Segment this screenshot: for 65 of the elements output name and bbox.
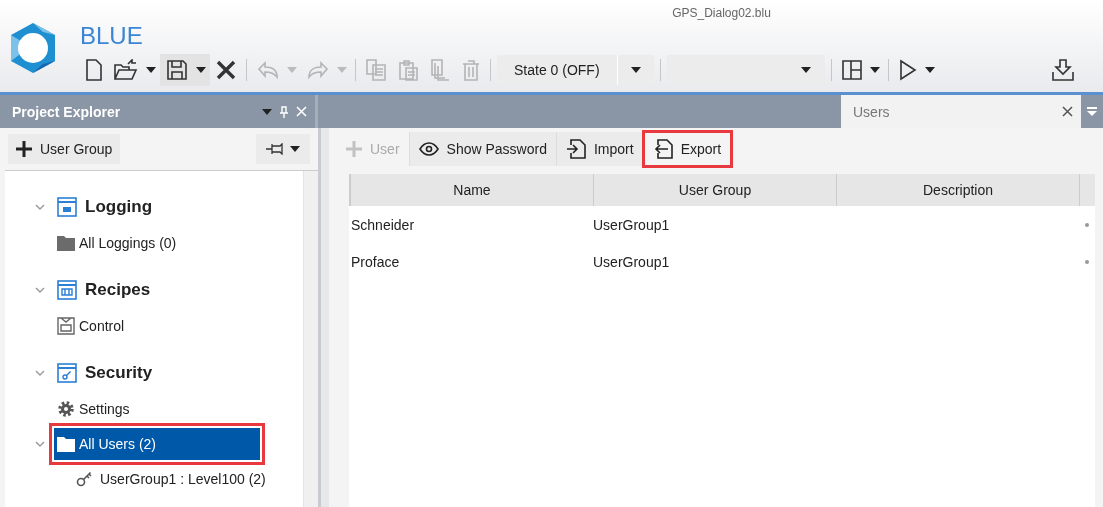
tab-menu-icon[interactable] — [1087, 106, 1097, 117]
table-cell-text: UserGroup1 — [592, 216, 671, 233]
caret-icon[interactable] — [630, 67, 641, 73]
chevron-icon[interactable] — [35, 369, 45, 376]
folder-icon — [57, 234, 75, 251]
chevron-icon[interactable] — [35, 440, 45, 447]
layout-icon[interactable] — [841, 60, 862, 80]
caret-icon[interactable] — [196, 67, 206, 73]
panel-menu-icon[interactable] — [262, 108, 272, 115]
eye-icon — [418, 142, 439, 156]
row-dot-icon — [1085, 222, 1089, 227]
dropdown-field[interactable]: State 0 (OFF) — [497, 55, 654, 85]
pin-dropdown-button[interactable] — [256, 134, 310, 164]
row-dot-icon — [1085, 259, 1089, 264]
close-icon[interactable] — [1062, 106, 1073, 117]
tree-item[interactable]: Recipes — [53, 276, 155, 303]
toolbar-button[interactable]: Export — [643, 132, 732, 166]
tree-item[interactable]: Security — [53, 359, 157, 386]
column-header[interactable]: Description — [837, 174, 1080, 206]
document-tab[interactable]: Users — [841, 95, 1081, 128]
plus-icon — [346, 141, 362, 157]
tree-item[interactable]: UserGroup1 : Level100 (2) — [72, 465, 270, 492]
toolbar-button[interactable]: Show Password — [409, 132, 557, 166]
pin-icon — [266, 143, 286, 155]
toolbar-button[interactable]: Import — [556, 132, 644, 166]
caret-icon[interactable] — [800, 67, 811, 73]
new-file-icon[interactable] — [86, 59, 102, 81]
folder-icon[interactable] — [114, 59, 138, 81]
pin-icon[interactable] — [280, 105, 288, 118]
download-icon[interactable] — [1052, 59, 1074, 81]
column-header[interactable]: User Group — [594, 174, 837, 206]
column-header[interactable]: Name — [351, 174, 594, 206]
save-icon[interactable] — [166, 59, 188, 81]
play-icon[interactable] — [898, 59, 917, 81]
security-icon — [57, 362, 77, 383]
caret-icon[interactable] — [924, 67, 935, 73]
plus-icon — [16, 141, 32, 157]
gear-icon — [57, 399, 75, 418]
import-icon — [565, 139, 586, 159]
window-title: GPS_Dialog02.blu — [671, 6, 772, 20]
folder-icon — [57, 435, 75, 452]
tree-item[interactable]: Logging — [53, 193, 157, 220]
recipes-icon — [57, 279, 77, 300]
caret-icon[interactable] — [146, 67, 156, 73]
table-cell-text: Proface — [350, 253, 401, 270]
export-icon — [652, 139, 673, 159]
toolbar-button[interactable] — [160, 54, 210, 86]
caret-icon[interactable] — [290, 146, 300, 152]
table-cell-text: UserGroup1 — [592, 253, 671, 270]
tree-item[interactable]: All Loggings (0) — [53, 229, 181, 256]
caret-icon[interactable] — [869, 67, 880, 73]
app-name: BLUE — [80, 22, 144, 51]
close-icon[interactable] — [216, 60, 236, 80]
panel-title: Project Explorer — [12, 103, 121, 120]
hexagon-logo-icon — [8, 22, 58, 74]
add-user-group-button[interactable]: User Group — [8, 134, 121, 164]
control-icon — [57, 316, 75, 335]
logging-icon — [57, 196, 77, 217]
table-cell-text: Schneider — [350, 216, 416, 233]
tree-item[interactable]: All Users (2) — [49, 422, 265, 465]
chevron-icon[interactable] — [35, 286, 45, 293]
scrollbar[interactable] — [303, 171, 318, 507]
tree-item[interactable]: Settings — [53, 395, 134, 422]
chevron-icon[interactable] — [35, 203, 45, 210]
tree-item[interactable]: Control — [53, 312, 129, 339]
